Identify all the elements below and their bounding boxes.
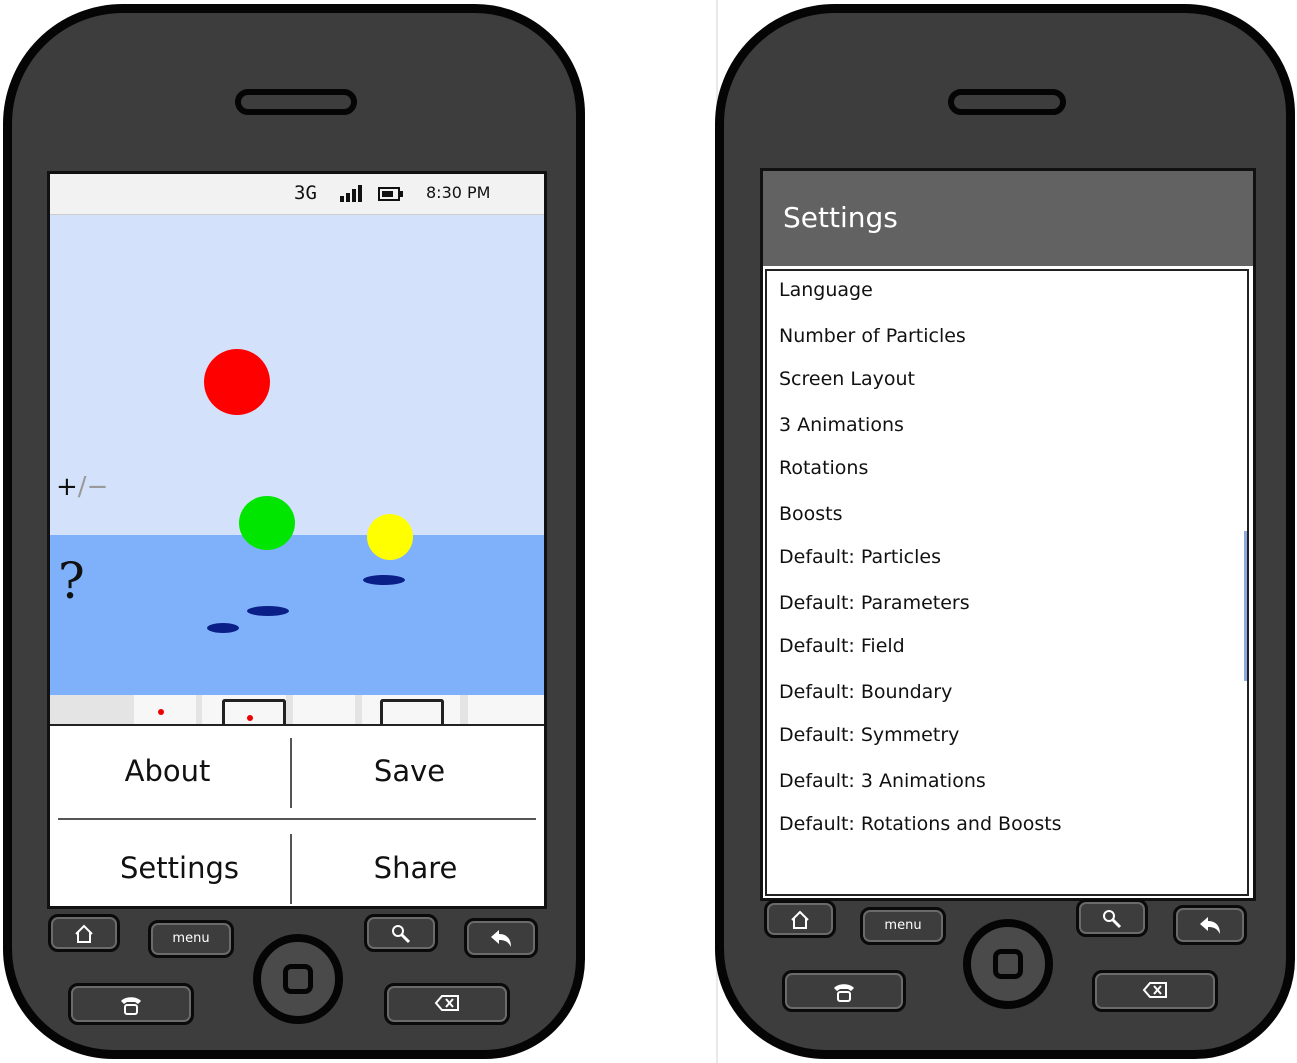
settings-list: Language Number of Particles Screen Layo…: [765, 269, 1249, 896]
phone-right: Settings Language Number of Particles Sc…: [715, 4, 1295, 1059]
app-screen: 3G 8:30 PM +/− ? About Save Settings Sha…: [47, 171, 547, 909]
settings-button[interactable]: Settings: [62, 851, 297, 885]
settings-item-default-rotations-and-boosts[interactable]: Default: Rotations and Boosts: [779, 813, 1062, 835]
zoom-control[interactable]: +/−: [56, 472, 108, 502]
menu-divider: [290, 738, 292, 808]
call-key[interactable]: [68, 983, 194, 1025]
thumbnail[interactable]: [468, 695, 544, 725]
menu-key-label: menu: [884, 918, 922, 933]
ball-shadow: [363, 575, 405, 585]
clock: 8:30 PM: [426, 183, 491, 202]
green-ball[interactable]: [239, 496, 295, 550]
thumbnail[interactable]: [293, 695, 355, 725]
search-icon: [367, 923, 435, 945]
search-icon: [1079, 908, 1145, 930]
home-key[interactable]: [48, 914, 120, 952]
plus-button[interactable]: +: [56, 472, 78, 502]
yellow-ball[interactable]: [367, 514, 413, 560]
home-icon: [51, 923, 117, 945]
menu-key-label: menu: [172, 931, 210, 946]
battery-icon: [378, 186, 404, 205]
back-key[interactable]: [464, 918, 538, 958]
settings-item-default-particles[interactable]: Default: Particles: [779, 546, 941, 568]
menu-key[interactable]: menu: [148, 920, 234, 958]
phone-icon: [785, 981, 903, 1003]
delete-key[interactable]: [384, 983, 510, 1025]
thumbnail-strip: [50, 695, 544, 732]
settings-item-rotations[interactable]: Rotations: [779, 457, 868, 479]
signal-icon: [339, 184, 363, 206]
speaker-slot: [948, 89, 1066, 115]
sky-area[interactable]: [50, 215, 544, 535]
minus-button[interactable]: −: [87, 472, 109, 502]
settings-item-default-boundary[interactable]: Default: Boundary: [779, 681, 952, 703]
delete-key[interactable]: [1092, 970, 1218, 1012]
thumbnail[interactable]: [202, 695, 286, 732]
thumbnail[interactable]: [134, 695, 196, 725]
back-key[interactable]: [1173, 905, 1247, 945]
settings-item-boosts[interactable]: Boosts: [779, 503, 843, 525]
save-button[interactable]: Save: [292, 754, 527, 788]
options-menu: About Save Settings Share: [50, 724, 544, 906]
settings-header: Settings: [763, 171, 1253, 266]
back-icon: [1176, 915, 1244, 937]
menu-divider: [58, 818, 536, 820]
back-icon: [467, 928, 535, 950]
settings-item-3-animations[interactable]: 3 Animations: [779, 414, 904, 436]
settings-item-language[interactable]: Language: [779, 279, 873, 301]
thumbnail[interactable]: [362, 695, 460, 732]
settings-item-default-field[interactable]: Default: Field: [779, 635, 905, 657]
sea-area[interactable]: [50, 535, 544, 695]
home-hard-button[interactable]: [253, 934, 343, 1024]
settings-item-default-symmetry[interactable]: Default: Symmetry: [779, 724, 959, 746]
settings-item-default-parameters[interactable]: Default: Parameters: [779, 592, 970, 614]
phone-icon: [71, 994, 191, 1016]
search-key[interactable]: [1076, 899, 1148, 937]
speaker-slot: [235, 89, 357, 115]
ball-shadow: [247, 606, 289, 616]
network-indicator: 3G: [294, 182, 317, 204]
share-button[interactable]: Share: [298, 851, 533, 885]
ball-shadow: [207, 623, 239, 633]
delete-icon: [387, 994, 507, 1012]
red-ball[interactable]: [204, 349, 270, 415]
page-title: Settings: [783, 201, 898, 234]
settings-item-number-of-particles[interactable]: Number of Particles: [779, 325, 966, 347]
settings-item-default-3-animations[interactable]: Default: 3 Animations: [779, 770, 986, 792]
home-hard-button[interactable]: [963, 919, 1053, 1009]
about-button[interactable]: About: [50, 754, 285, 788]
help-button[interactable]: ?: [58, 552, 85, 610]
menu-key[interactable]: menu: [860, 907, 946, 945]
delete-icon: [1095, 981, 1215, 999]
call-key[interactable]: [782, 970, 906, 1012]
home-key[interactable]: [764, 900, 836, 938]
home-icon: [767, 909, 833, 931]
settings-item-screen-layout[interactable]: Screen Layout: [779, 368, 915, 390]
phone-left: 3G 8:30 PM +/− ? About Save Settings Sha…: [3, 4, 585, 1059]
search-key[interactable]: [364, 914, 438, 952]
scrollbar[interactable]: [1244, 531, 1247, 681]
status-bar: 3G 8:30 PM: [50, 174, 544, 215]
settings-screen: Settings Language Number of Particles Sc…: [760, 168, 1256, 901]
